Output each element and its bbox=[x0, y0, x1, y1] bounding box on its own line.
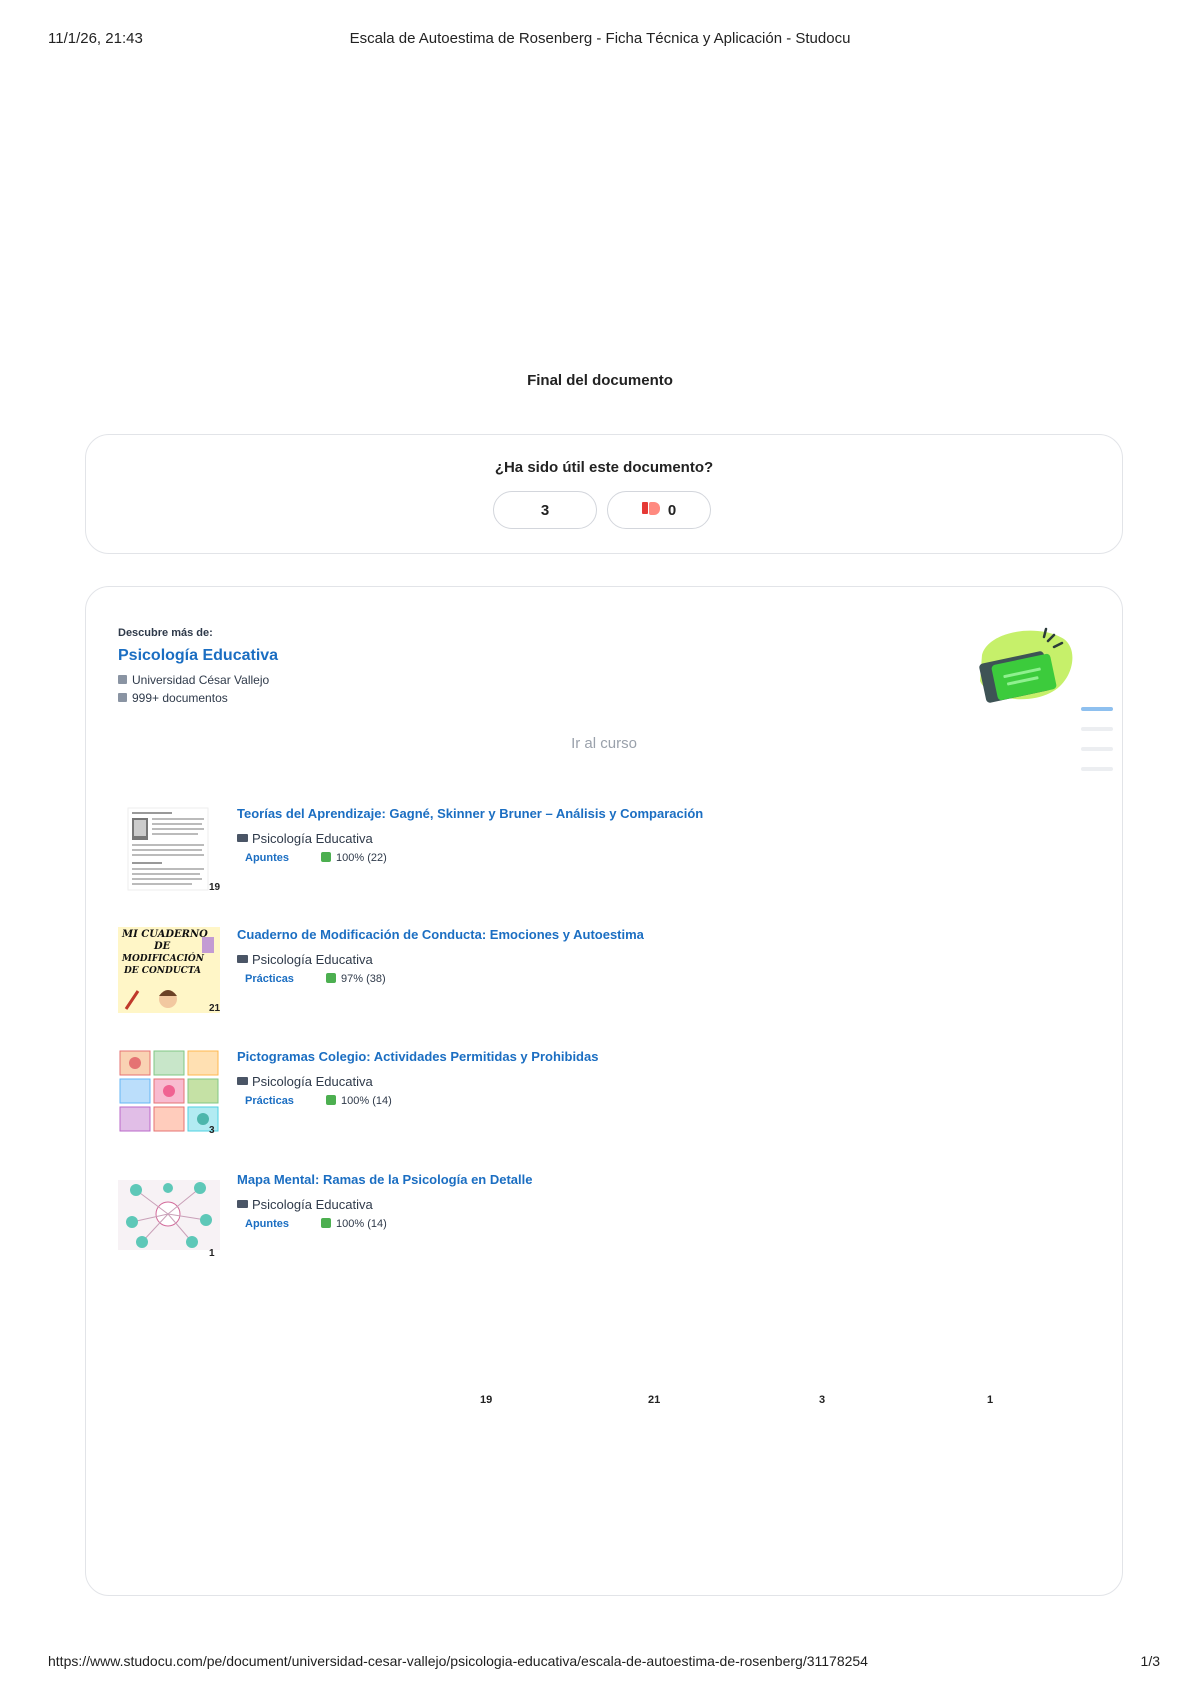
document-title-link[interactable]: Cuaderno de Modificación de Conducta: Em… bbox=[237, 927, 644, 942]
document-rating: 100% (14) bbox=[321, 1218, 387, 1230]
print-url: https://www.studocu.com/pe/document/univ… bbox=[48, 1653, 868, 1669]
document-course: Psicología Educativa bbox=[237, 831, 373, 846]
document-thumbnail[interactable] bbox=[118, 806, 220, 892]
document-thumbnail[interactable]: MI CUADERNO DE MODIFICACIÓN DE CONDUCTA bbox=[118, 927, 220, 1013]
thumb-text-line: DE CONDUCTA bbox=[123, 966, 201, 976]
document-title-link[interactable]: Mapa Mental: Ramas de la Psicología en D… bbox=[237, 1172, 532, 1187]
course-university: Universidad César Vallejo bbox=[118, 673, 269, 687]
related-document[interactable]: 19 Teorías del Aprendizaje: Gagné, Skinn… bbox=[118, 806, 1078, 906]
document-icon bbox=[118, 693, 127, 702]
thumb-text-line: MI CUADERNO bbox=[121, 929, 208, 940]
document-course: Psicología Educativa bbox=[237, 952, 373, 967]
document-course: Psicología Educativa bbox=[237, 1197, 373, 1212]
folder-icon bbox=[237, 955, 248, 963]
document-rating: 100% (14) bbox=[326, 1095, 392, 1107]
course-card: Descubre más de: Psicología Educativa Un… bbox=[85, 586, 1123, 1596]
document-course: Psicología Educativa bbox=[237, 1074, 373, 1089]
print-page-number: 1/3 bbox=[1140, 1653, 1160, 1669]
document-thumbnail[interactable] bbox=[118, 1172, 220, 1258]
thumb-text-line: DE bbox=[153, 941, 171, 952]
thumbs-up-icon bbox=[321, 852, 331, 862]
doc-count-text: 999+ documentos bbox=[132, 691, 228, 705]
document-thumbnail[interactable] bbox=[118, 1049, 220, 1135]
feedback-question: ¿Ha sido útil este documento? bbox=[494, 459, 714, 476]
related-document[interactable]: MI CUADERNO DE MODIFICACIÓN DE CONDUCTA … bbox=[118, 927, 1078, 1027]
related-document[interactable]: 1 Mapa Mental: Ramas de la Psicología en… bbox=[118, 1172, 1078, 1272]
document-rating: 100% (22) bbox=[321, 852, 387, 864]
thumbs-up-icon bbox=[326, 1095, 336, 1105]
like-button[interactable]: 3 bbox=[493, 491, 597, 529]
folder-icon bbox=[237, 1077, 248, 1085]
document-type-badge: Prácticas bbox=[245, 1095, 294, 1107]
thumb-text-line: MODIFICACIÓN bbox=[121, 952, 205, 964]
like-count: 3 bbox=[540, 501, 550, 519]
bottom-page-count: 3 bbox=[819, 1394, 826, 1406]
thumbs-up-icon bbox=[326, 973, 336, 983]
discover-more-label: Descubre más de: bbox=[118, 627, 213, 639]
university-icon bbox=[118, 675, 127, 684]
course-name-link[interactable]: Psicología Educativa bbox=[118, 647, 278, 665]
related-document[interactable]: 3 Pictogramas Colegio: Actividades Permi… bbox=[118, 1049, 1078, 1149]
page-count: 19 bbox=[209, 882, 221, 893]
document-title-link[interactable]: Pictogramas Colegio: Actividades Permiti… bbox=[237, 1049, 598, 1064]
dislike-count: 0 bbox=[667, 501, 677, 519]
page-count: 21 bbox=[209, 1003, 221, 1014]
document-rating: 97% (38) bbox=[326, 973, 386, 985]
rating-value: 100% (14) bbox=[341, 1095, 392, 1107]
document-course-name: Psicología Educativa bbox=[252, 831, 373, 846]
document-title-link[interactable]: Teorías del Aprendizaje: Gagné, Skinner … bbox=[237, 806, 703, 821]
document-type-badge: Prácticas bbox=[245, 973, 294, 985]
scroll-indicator[interactable] bbox=[1081, 727, 1113, 731]
thumbs-down-icon bbox=[641, 502, 660, 518]
rating-value: 97% (38) bbox=[341, 973, 386, 985]
print-page-title: Escala de Autoestima de Rosenberg - Fich… bbox=[349, 30, 851, 47]
course-illustration bbox=[979, 627, 1073, 703]
page-count: 1 bbox=[209, 1248, 215, 1259]
course-doc-count: 999+ documentos bbox=[118, 691, 228, 705]
dislike-button[interactable]: 0 bbox=[607, 491, 711, 529]
document-course-name: Psicología Educativa bbox=[252, 952, 373, 967]
document-course-name: Psicología Educativa bbox=[252, 1197, 373, 1212]
document-course-name: Psicología Educativa bbox=[252, 1074, 373, 1089]
rating-value: 100% (14) bbox=[336, 1218, 387, 1230]
end-of-document-label: Final del documento bbox=[527, 372, 673, 389]
rating-value: 100% (22) bbox=[336, 852, 387, 864]
scroll-indicator-active[interactable] bbox=[1081, 707, 1113, 711]
university-name: Universidad César Vallejo bbox=[132, 673, 270, 687]
folder-icon bbox=[237, 834, 248, 842]
thumbs-up-icon bbox=[321, 1218, 331, 1228]
bottom-page-count: 19 bbox=[480, 1394, 493, 1406]
bottom-page-count: 1 bbox=[987, 1394, 994, 1406]
go-to-course-button[interactable]: Ir al curso bbox=[86, 735, 1122, 752]
folder-icon bbox=[237, 1200, 248, 1208]
feedback-card: ¿Ha sido útil este documento? 3 0 bbox=[85, 434, 1123, 554]
page-count: 3 bbox=[209, 1125, 215, 1136]
bottom-page-count: 21 bbox=[648, 1394, 661, 1406]
document-type-badge: Apuntes bbox=[245, 852, 289, 864]
scroll-indicator[interactable] bbox=[1081, 767, 1113, 771]
document-type-badge: Apuntes bbox=[245, 1218, 289, 1230]
